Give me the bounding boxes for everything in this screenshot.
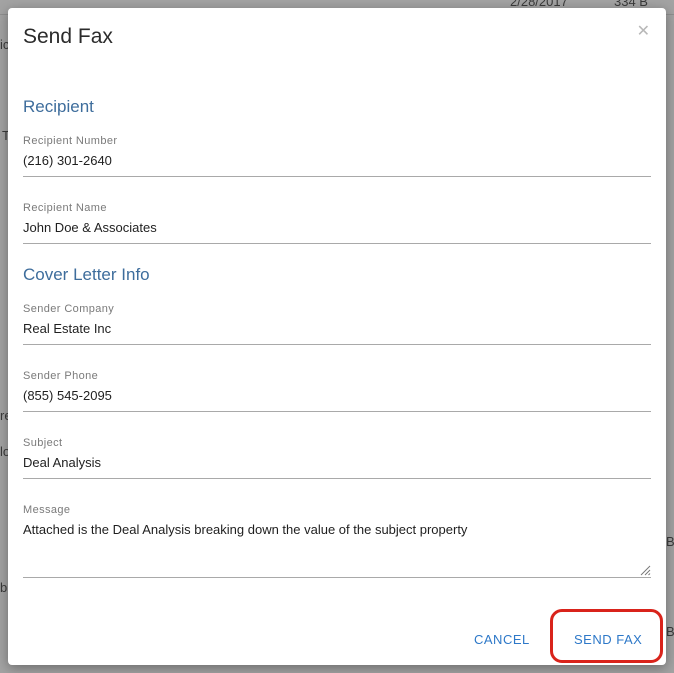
section-title-cover-letter: Cover Letter Info — [23, 265, 150, 284]
field-underline — [23, 176, 651, 177]
recipient-number-label: Recipient Number — [23, 135, 118, 147]
resize-handle-icon[interactable] — [639, 564, 651, 576]
background-text-fragment: B — [666, 624, 674, 639]
field-underline — [23, 243, 651, 244]
cancel-button[interactable]: CANCEL — [474, 632, 530, 647]
sender-company-input[interactable]: Real Estate Inc — [23, 320, 651, 338]
background-text-fragment: b — [0, 580, 8, 595]
recipient-number-field[interactable]: Recipient Number (216) 301-2640 — [23, 135, 651, 177]
recipient-name-input[interactable]: John Doe & Associates — [23, 219, 651, 237]
section-title-recipient: Recipient — [23, 97, 94, 116]
recipient-name-field[interactable]: Recipient Name John Doe & Associates — [23, 202, 651, 244]
subject-input[interactable]: Deal Analysis — [23, 454, 651, 472]
recipient-number-input[interactable]: (216) 301-2640 — [23, 152, 651, 170]
sender-phone-label: Sender Phone — [23, 370, 99, 382]
message-textarea[interactable]: Attached is the Deal Analysis breaking d… — [23, 521, 651, 539]
dialog-title: Send Fax — [23, 25, 113, 48]
sender-phone-input[interactable]: (855) 545-2095 — [23, 387, 651, 405]
message-label: Message — [23, 504, 71, 516]
subject-field[interactable]: Subject Deal Analysis — [23, 437, 651, 479]
field-underline — [23, 577, 651, 578]
recipient-name-label: Recipient Name — [23, 202, 107, 214]
field-underline — [23, 344, 651, 345]
send-fax-dialog: Send Fax ✕ Recipient Recipient Number (2… — [8, 8, 666, 665]
message-field[interactable]: Message Attached is the Deal Analysis br… — [23, 504, 651, 578]
sender-company-field[interactable]: Sender Company Real Estate Inc — [23, 303, 651, 345]
sender-company-label: Sender Company — [23, 303, 115, 315]
sender-phone-field[interactable]: Sender Phone (855) 545-2095 — [23, 370, 651, 412]
send-fax-button[interactable]: SEND FAX — [574, 632, 642, 647]
background-text-fragment: B — [666, 534, 674, 549]
field-underline — [23, 478, 651, 479]
field-underline — [23, 411, 651, 412]
close-icon[interactable]: ✕ — [637, 24, 650, 40]
subject-label: Subject — [23, 437, 63, 449]
